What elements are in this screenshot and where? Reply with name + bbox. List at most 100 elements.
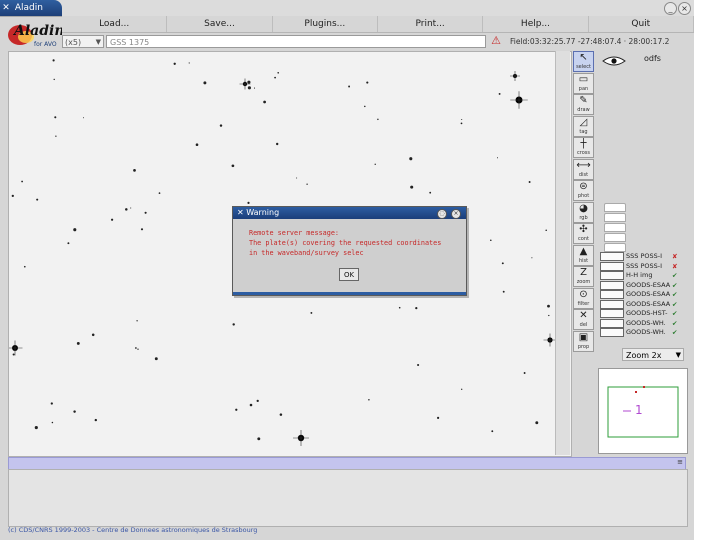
- tool-label: hist: [578, 257, 589, 264]
- check-icon: ✔: [672, 271, 678, 280]
- frame-select[interactable]: (x5) ▼: [62, 35, 104, 48]
- tool-cross-button[interactable]: ┼ cross: [573, 137, 594, 158]
- plane-row[interactable]: GOODS-WH. ✔: [600, 318, 682, 328]
- tool-filter-button[interactable]: ⊙ filter: [573, 287, 594, 309]
- ok-button[interactable]: OK: [339, 268, 359, 281]
- error-icon: ✘: [672, 262, 678, 270]
- error-icon: ✘: [672, 252, 678, 261]
- check-icon: ✔: [672, 319, 678, 327]
- window-title: Aladin: [14, 3, 43, 13]
- plane-name: GOODS-WH.: [626, 328, 666, 336]
- tag-icon: ◿: [579, 116, 588, 128]
- field-coordinates: Field:03:32:25.77 -27:48:07.4 · 28:00:17…: [510, 37, 670, 46]
- empty-plane[interactable]: [604, 223, 626, 232]
- plane-row[interactable]: GOODS-ESAA ✔: [600, 299, 682, 309]
- dialog-title-text: Warning: [246, 208, 280, 217]
- tool-label: dist: [578, 171, 589, 178]
- aladin-logo: Aladin for AVO: [4, 16, 65, 50]
- warning-icon[interactable]: ⚠: [490, 35, 502, 47]
- menu-plugins[interactable]: Plugins...: [273, 16, 378, 32]
- del-icon: ✕: [579, 310, 588, 321]
- minimize-button[interactable]: _: [664, 2, 677, 15]
- title-bar: ✕ Aladin _ ×: [0, 0, 694, 17]
- tool-dist-button[interactable]: ⟷ dist: [573, 158, 594, 180]
- tool-label: cont: [578, 236, 589, 242]
- eye-icon[interactable]: [602, 55, 626, 67]
- dialog-message-line: Remote server message:: [249, 229, 340, 237]
- empty-plane[interactable]: [604, 213, 626, 222]
- logo-text: Aladin: [12, 23, 62, 39]
- check-icon: ✔: [672, 300, 678, 308]
- check-icon: ✔: [672, 309, 678, 318]
- plane-name: GOODS-WH.: [626, 318, 666, 327]
- phot-icon: ⊜: [579, 181, 588, 192]
- menu-load[interactable]: Load...: [62, 16, 168, 32]
- dialog-minimize-button[interactable]: ◌: [437, 209, 447, 219]
- tool-hist-button[interactable]: ▲ hist: [573, 244, 594, 266]
- tool-label: select: [576, 64, 591, 70]
- empty-plane[interactable]: [604, 203, 626, 212]
- select-icon: ↖: [579, 52, 588, 63]
- sky-scrollbar[interactable]: [555, 51, 570, 455]
- plane-row[interactable]: GOODS-WH. ✔: [600, 328, 682, 337]
- plane-row[interactable]: SSS POSS-I ✘: [600, 252, 682, 261]
- tool-draw-button[interactable]: ✎ draw: [573, 94, 594, 115]
- zoom-preview[interactable]: 1: [598, 368, 688, 454]
- tool-zoom-button[interactable]: Zzoom: [573, 266, 594, 287]
- tool-label: phot: [577, 193, 590, 199]
- plane-name: GOODS-ESAA: [626, 280, 671, 289]
- tool-cont-button[interactable]: ✣ cont: [573, 223, 594, 244]
- close-button[interactable]: ×: [678, 2, 691, 15]
- plane-stack-icon: [600, 309, 624, 318]
- plane-stack-icon: [600, 280, 624, 290]
- check-icon: ✔: [672, 281, 678, 289]
- plane-row[interactable]: SSS POSS-I ✘: [600, 261, 682, 271]
- tool-label: draw: [577, 107, 590, 113]
- aladin-logo-graphic: Aladin for AVO: [8, 23, 65, 48]
- tool-tag-button[interactable]: ◿ tag: [573, 115, 594, 137]
- location-input[interactable]: GSS 1375: [106, 35, 486, 48]
- menu-save[interactable]: Save...: [167, 16, 273, 32]
- empty-plane[interactable]: [604, 243, 626, 252]
- zoom-icon: Z: [580, 267, 587, 278]
- prop-icon: ▣: [578, 331, 589, 343]
- check-icon: ✔: [672, 328, 678, 337]
- plane-name: GOODS-ESAA: [626, 299, 671, 308]
- dialog-close-button[interactable]: ×: [451, 209, 461, 219]
- plane-row[interactable]: GOODS-ESAA ✔: [600, 280, 682, 290]
- chevron-down-icon: ▼: [95, 38, 101, 46]
- tool-phot-button[interactable]: ⊜ phot: [573, 180, 594, 201]
- tool-pan-button[interactable]: ▭ pan: [573, 72, 594, 94]
- tool-prop-button[interactable]: ▣ prop: [573, 330, 594, 352]
- plane-row[interactable]: GOODS-ESAA ✔: [600, 290, 682, 299]
- tool-rgb-button[interactable]: ◕ rgb: [573, 201, 594, 223]
- hist-icon: ▲: [579, 245, 588, 257]
- tool-del-button[interactable]: ✕ del: [573, 309, 594, 330]
- menu-bar: Load... Save... Plugins... Print... Help…: [62, 16, 694, 33]
- dialog-title: ✕ Warning: [237, 208, 280, 217]
- dialog-message-line: in the waveband/survey selec: [249, 249, 364, 257]
- frame-select-value: (x5): [65, 38, 82, 47]
- menu-help[interactable]: Help...: [483, 16, 589, 32]
- plane-stack-icon: [600, 318, 624, 328]
- cont-icon: ✣: [579, 224, 588, 235]
- menu-quit[interactable]: Quit: [589, 16, 694, 32]
- tool-label: filter: [577, 300, 590, 307]
- dialog-message-line: The plate(s) covering the requested coor…: [249, 239, 442, 247]
- window-title-tab: ✕ Aladin: [0, 0, 62, 16]
- tool-select-button[interactable]: ↖ select: [573, 51, 594, 72]
- tool-label: zoom: [576, 279, 591, 285]
- draw-icon: ✎: [579, 95, 588, 106]
- tool-label: tag: [579, 128, 588, 135]
- tool-label: pan: [578, 85, 589, 92]
- status-menu-icon[interactable]: ≡: [677, 458, 683, 466]
- cross-icon: ┼: [580, 138, 587, 149]
- plane-row[interactable]: GOODS-HST- ✔: [600, 309, 682, 318]
- tool-label: prop: [577, 343, 590, 350]
- plane-row[interactable]: H-H img ✔: [600, 271, 682, 280]
- zoom-select[interactable]: Zoom 2x ▼: [622, 348, 684, 361]
- credits-line[interactable]: (c) CDS/CNRS 1999-2003 - Centre de Donne…: [8, 526, 257, 534]
- menu-print[interactable]: Print...: [378, 16, 484, 32]
- empty-plane[interactable]: [604, 233, 626, 242]
- plane-stack-icon: [600, 252, 624, 261]
